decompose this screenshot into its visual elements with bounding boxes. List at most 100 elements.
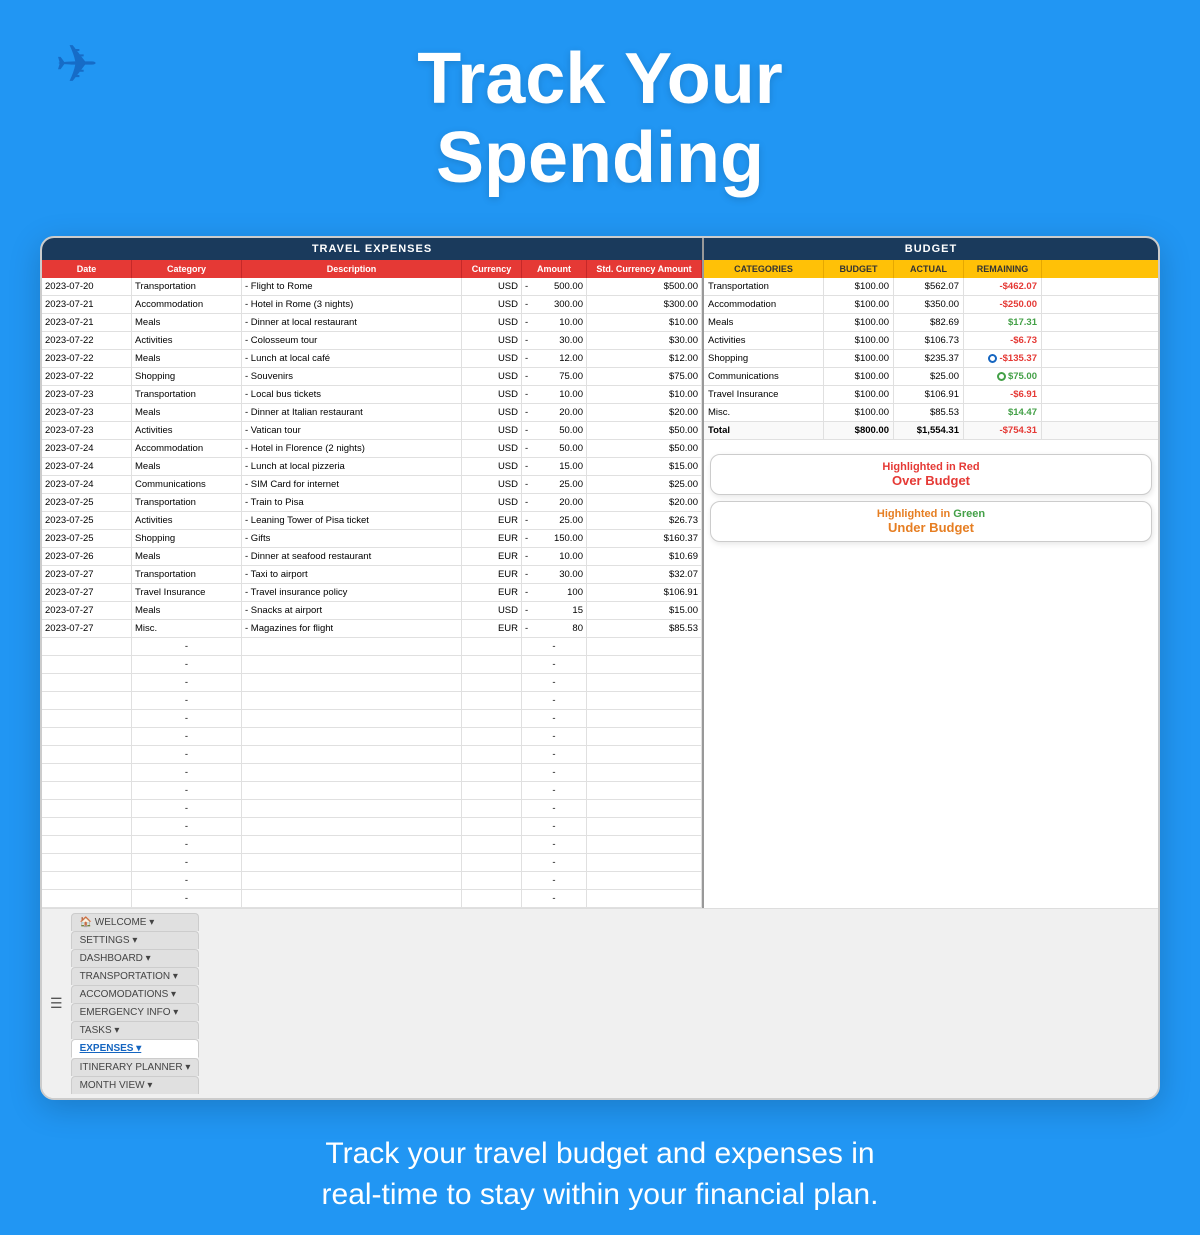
cell-std <box>587 710 702 727</box>
cell-amount: -20.00 <box>522 404 587 421</box>
table-row: - - <box>42 692 702 710</box>
tab-item[interactable]: EMERGENCY INFO ▾ <box>71 1003 200 1021</box>
green-callout-line1: Highlighted in Green <box>721 508 1141 520</box>
cell-date: 2023-07-23 <box>42 422 132 439</box>
cell-currency: USD <box>462 296 522 313</box>
cell-description <box>242 764 462 781</box>
bcell-budget: $100.00 <box>824 296 894 313</box>
table-row: - - <box>42 674 702 692</box>
cell-std: $160.37 <box>587 530 702 547</box>
cell-category: Meals <box>132 602 242 619</box>
cell-currency <box>462 710 522 727</box>
tab-item[interactable]: ITINERARY PLANNER ▾ <box>71 1058 200 1076</box>
cell-description <box>242 710 462 727</box>
travel-expenses-title: TRAVEL EXPENSES <box>42 238 702 260</box>
cell-date: 2023-07-27 <box>42 602 132 619</box>
cell-amount: -300.00 <box>522 296 587 313</box>
tab-item[interactable]: ACCOMODATIONS ▾ <box>71 985 200 1003</box>
bcell-category: Shopping <box>704 350 824 367</box>
cell-category: - <box>132 638 242 655</box>
cell-amount: - <box>522 872 587 889</box>
col-header-std: Std. Currency Amount <box>587 260 702 278</box>
main-title: Track Your Spending <box>20 40 1180 198</box>
bcell-category: Misc. <box>704 404 824 421</box>
cell-description: - Local bus tickets <box>242 386 462 403</box>
table-row: 2023-07-27 Transportation - Taxi to airp… <box>42 566 702 584</box>
cell-currency <box>462 674 522 691</box>
table-row: 2023-07-22 Activities - Colosseum tour U… <box>42 332 702 350</box>
red-callout-line2: Over Budget <box>721 473 1141 488</box>
cell-category: - <box>132 746 242 763</box>
table-row: - - <box>42 854 702 872</box>
cell-std <box>587 800 702 817</box>
bcell-budget: $100.00 <box>824 386 894 403</box>
bcell-budget: $100.00 <box>824 368 894 385</box>
cell-amount: -100 <box>522 584 587 601</box>
table-row: 2023-07-22 Shopping - Souvenirs USD -75.… <box>42 368 702 386</box>
cell-date: 2023-07-25 <box>42 530 132 547</box>
tab-item[interactable]: EXPENSES ▾ <box>71 1039 200 1058</box>
tab-item[interactable]: MONTH VIEW ▾ <box>71 1076 200 1094</box>
cell-category: Shopping <box>132 530 242 547</box>
cell-currency <box>462 638 522 655</box>
table-row: 2023-07-22 Meals - Lunch at local café U… <box>42 350 702 368</box>
cell-std: $15.00 <box>587 458 702 475</box>
cell-category: - <box>132 782 242 799</box>
table-row: - - <box>42 656 702 674</box>
cell-currency: USD <box>462 440 522 457</box>
bcell-remaining: $17.31 <box>964 314 1042 331</box>
table-row: - - <box>42 710 702 728</box>
cell-category: Transportation <box>132 494 242 511</box>
page-header: ✈ Track Your Spending <box>0 0 1200 218</box>
cell-std <box>587 764 702 781</box>
cell-category: Meals <box>132 350 242 367</box>
tab-item[interactable]: TRANSPORTATION ▾ <box>71 967 200 985</box>
cell-std: $15.00 <box>587 602 702 619</box>
cell-description <box>242 674 462 691</box>
table-row: - - <box>42 836 702 854</box>
cell-currency <box>462 746 522 763</box>
cell-amount: -25.00 <box>522 476 587 493</box>
cell-category: - <box>132 854 242 871</box>
tab-item[interactable]: DASHBOARD ▾ <box>71 949 200 967</box>
col-header-date: Date <box>42 260 132 278</box>
cell-date <box>42 800 132 817</box>
table-row: 2023-07-23 Transportation - Local bus ti… <box>42 386 702 404</box>
cell-std <box>587 836 702 853</box>
cell-std: $20.00 <box>587 494 702 511</box>
cell-std <box>587 638 702 655</box>
cell-date: 2023-07-23 <box>42 386 132 403</box>
cell-description <box>242 638 462 655</box>
tab-item[interactable]: TASKS ▾ <box>71 1021 200 1039</box>
cell-amount: - <box>522 818 587 835</box>
cell-description <box>242 656 462 673</box>
cell-description: - Souvenirs <box>242 368 462 385</box>
cell-currency: USD <box>462 404 522 421</box>
cell-description: - Lunch at local pizzeria <box>242 458 462 475</box>
table-row: 2023-07-24 Accommodation - Hotel in Flor… <box>42 440 702 458</box>
plane-icon: ✈ <box>55 35 99 95</box>
cell-description: - Hotel in Florence (2 nights) <box>242 440 462 457</box>
tab-bar[interactable]: ☰ 🏠 WELCOME ▾SETTINGS ▾DASHBOARD ▾TRANSP… <box>42 908 1158 1098</box>
cell-amount: -25.00 <box>522 512 587 529</box>
table-row: 2023-07-25 Activities - Leaning Tower of… <box>42 512 702 530</box>
cell-description: - Snacks at airport <box>242 602 462 619</box>
tab-item[interactable]: 🏠 WELCOME ▾ <box>71 913 200 931</box>
cell-date <box>42 674 132 691</box>
table-row: - - <box>42 728 702 746</box>
cell-std <box>587 890 702 907</box>
cell-amount: - <box>522 890 587 907</box>
cell-currency <box>462 656 522 673</box>
bcell-category: Accommodation <box>704 296 824 313</box>
cell-category: - <box>132 692 242 709</box>
cell-currency: USD <box>462 602 522 619</box>
cell-currency: USD <box>462 350 522 367</box>
cell-date: 2023-07-23 <box>42 404 132 421</box>
cell-category: Travel Insurance <box>132 584 242 601</box>
col-header-category: Category <box>132 260 242 278</box>
hamburger-icon[interactable]: ☰ <box>50 995 63 1012</box>
tab-item[interactable]: SETTINGS ▾ <box>71 931 200 949</box>
cell-description: - Taxi to airport <box>242 566 462 583</box>
cell-std <box>587 872 702 889</box>
table-row: 2023-07-26 Meals - Dinner at seafood res… <box>42 548 702 566</box>
